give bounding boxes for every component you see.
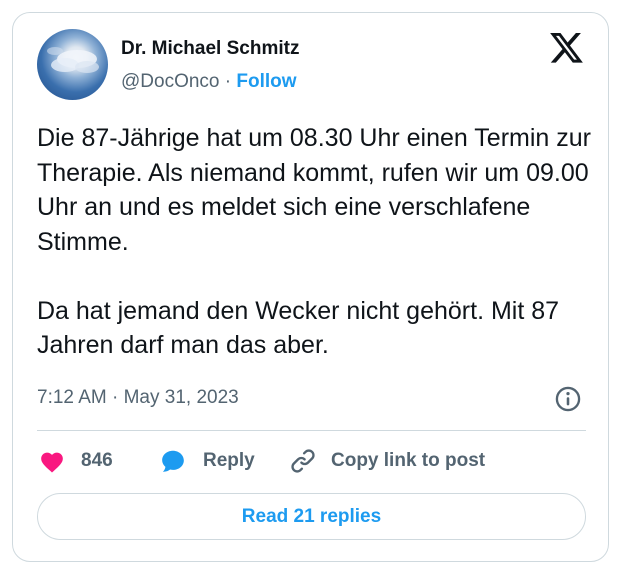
tweet-timestamp[interactable]: 7:12 AM · May 31, 2023 [37,387,239,409]
avatar[interactable] [37,29,108,100]
like-count: 846 [81,450,113,471]
tweet-paragraph: Da hat jemand den Wecker nicht gehört. M… [37,296,560,360]
follow-button[interactable]: Follow [236,71,296,92]
tweet-card: Dr. Michael Schmitz @DocOnco · Follow Di… [12,12,609,562]
handle-separator: · [224,71,232,92]
reply-button[interactable]: Reply [159,445,255,477]
author-handle-row: @DocOnco · Follow [121,71,297,93]
tweet-paragraph: Die 87-Jährige hat um 08.30 Uhr einen Te… [37,124,591,256]
copy-link-button[interactable]: Copy link to post [289,445,485,477]
like-button[interactable]: 846 [39,445,113,477]
divider [37,430,586,431]
author-handle[interactable]: @DocOnco [121,71,220,92]
copy-link-label: Copy link to post [331,450,486,471]
link-icon [291,449,315,473]
tweet-text: Die 87-Jährige hat um 08.30 Uhr einen Te… [37,121,592,363]
read-replies-button[interactable]: Read 21 replies [37,493,586,540]
x-logo-icon[interactable] [550,33,583,63]
info-icon[interactable] [554,385,582,413]
reply-label: Reply [203,450,255,471]
heart-icon [41,452,63,473]
author-name[interactable]: Dr. Michael Schmitz [121,38,299,60]
speech-bubble-icon [162,450,184,472]
avatar-image [47,47,99,73]
